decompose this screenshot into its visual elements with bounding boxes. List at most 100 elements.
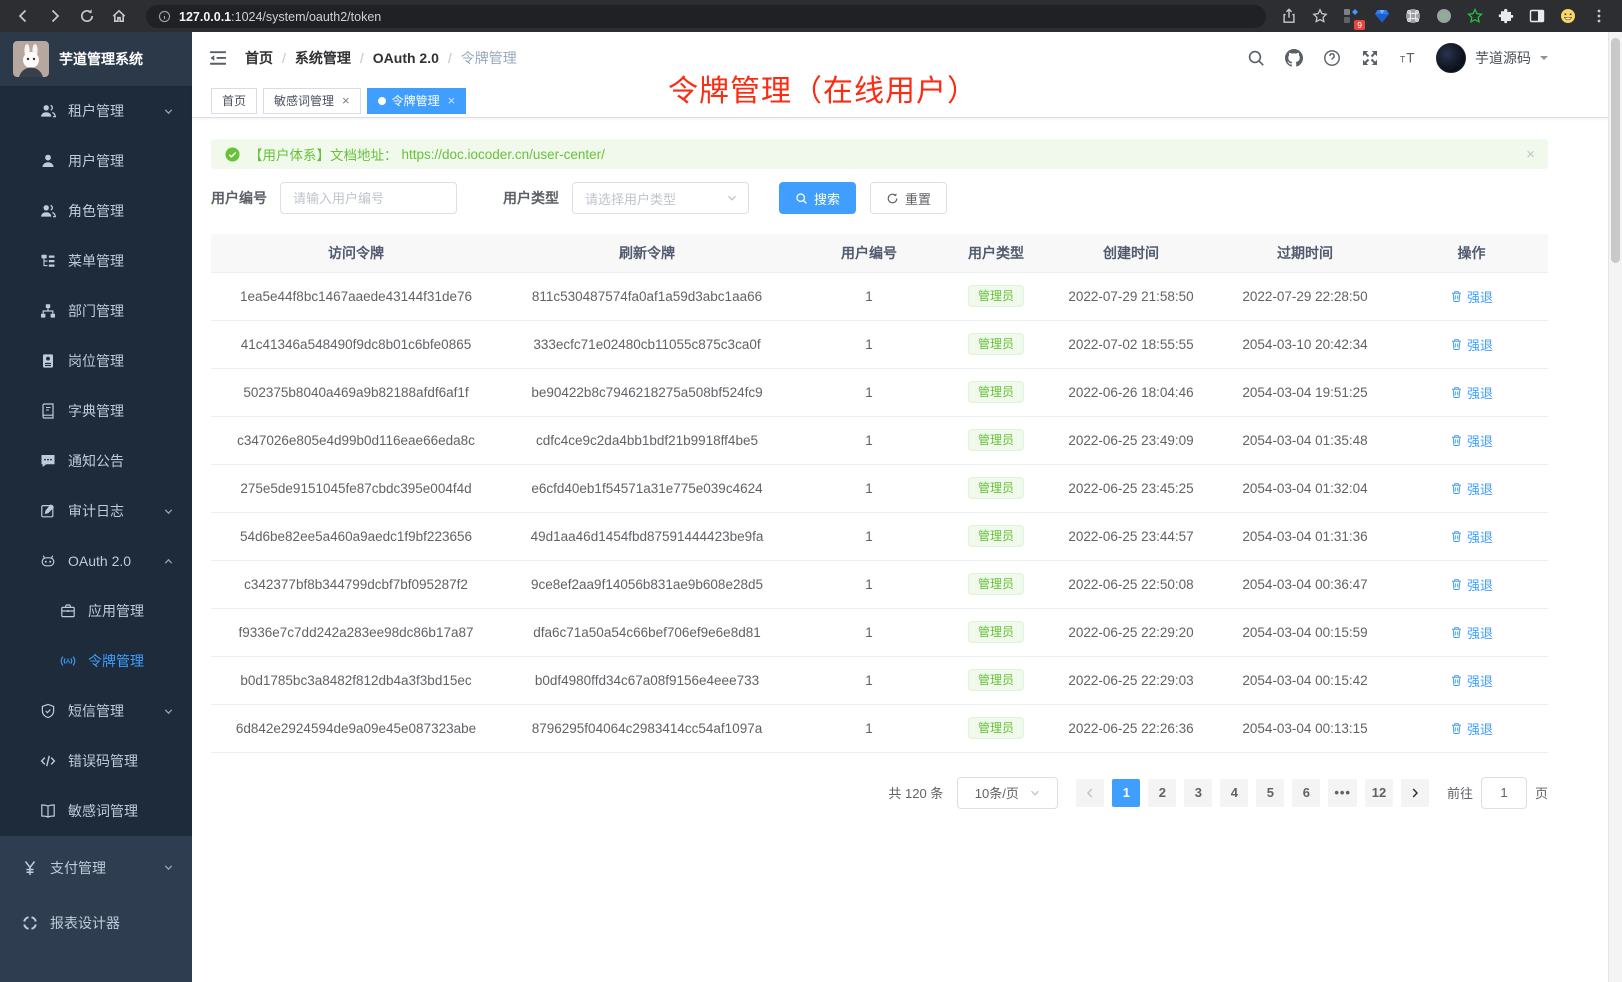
cell-create-time: 2022-06-26 18:04:46 [1047,368,1215,416]
page-size-select[interactable]: 10条/页 [957,777,1058,809]
sidebar-item-user-management[interactable]: 用户管理 [0,136,192,186]
user-menu[interactable]: 芋道源码 [1436,43,1548,73]
force-logout-button[interactable]: 强退 [1450,431,1493,450]
address-bar[interactable]: 127.0.0.1:1024/system/oauth2/token [146,5,1266,28]
sidebar-item-oauth2[interactable]: OAuth 2.0 [0,536,192,586]
chevron-down-icon [163,706,174,717]
forward-icon[interactable] [42,3,68,29]
user-id-input[interactable] [280,182,457,214]
share-icon[interactable] [1280,7,1298,25]
cell-expire-time: 2054-03-04 01:32:04 [1215,464,1395,512]
extensions-grid-icon[interactable]: 9 [1342,7,1360,25]
command-circle-icon[interactable] [1404,7,1422,25]
sidebar-item-post-management[interactable]: 岗位管理 [0,336,192,386]
cell-create-time: 2022-06-25 23:49:09 [1047,416,1215,464]
home-icon[interactable] [106,3,132,29]
puzzle-icon[interactable] [1497,7,1515,25]
gem-icon[interactable] [1373,7,1391,25]
bookmark-star-icon[interactable] [1311,7,1329,25]
sidebar-item-sensitive-word-management[interactable]: 敏感词管理 [0,786,192,836]
sidebar-item-label: 敏感词管理 [68,801,138,821]
tab-home[interactable]: 首页 [211,88,257,114]
pager-page-3-button[interactable]: 3 [1184,779,1212,807]
force-logout-button[interactable]: 强退 [1450,623,1493,642]
sidebar-item-error-code-management[interactable]: 错误码管理 [0,736,192,786]
back-icon[interactable] [10,3,36,29]
breadcrumb-item[interactable]: 系统管理 [295,48,351,68]
sidebar-item-token-management[interactable]: A令牌管理 [0,636,192,686]
sidebar-item-dept-management[interactable]: 部门管理 [0,286,192,336]
app-logo-bar[interactable]: 芋道管理系统 [0,32,192,86]
page-scrollbar[interactable] [1608,32,1622,982]
panel-icon[interactable] [1528,7,1546,25]
payment-yen-icon [22,860,38,876]
force-logout-button[interactable]: 强退 [1450,287,1493,306]
user-type-select[interactable]: 请选择用户类型 [572,182,749,214]
sidebar-item-dict-management[interactable]: 字典管理 [0,386,192,436]
breadcrumb-item[interactable]: 首页 [245,48,273,68]
trash-icon [1450,722,1463,735]
sidebar-item-audit-log[interactable]: 审计日志 [0,486,192,536]
cell-access-token: 41c41346a548490f9dc8b01c6bfe0865 [211,320,501,368]
sidebar-item-app-management[interactable]: 应用管理 [0,586,192,636]
collapse-sidebar-icon[interactable] [208,48,228,68]
force-logout-button[interactable]: 强退 [1450,383,1493,402]
prev-page-button[interactable] [1076,779,1104,807]
green-star-icon[interactable] [1466,7,1484,25]
pager-page-2-button[interactable]: 2 [1148,779,1176,807]
table-header-row: 访问令牌刷新令牌用户编号用户类型创建时间过期时间操作 [211,234,1548,272]
user-type-badge: 管理员 [968,429,1024,451]
user-type-badge: 管理员 [968,717,1024,739]
pager-more-button[interactable]: ••• [1328,779,1357,807]
cell-user-id: 1 [793,704,945,752]
github-icon[interactable] [1284,49,1303,68]
help-icon[interactable] [1322,49,1341,68]
pager-page-1-button[interactable]: 1 [1112,779,1140,807]
sidebar-item-notice-announcement[interactable]: 通知公告 [0,436,192,486]
sidebar-item-report-designer[interactable]: 报表设计器 [0,895,192,950]
goto-page-input[interactable] [1481,777,1527,809]
force-logout-button[interactable]: 强退 [1450,335,1493,354]
force-logout-button[interactable]: 强退 [1450,575,1493,594]
search-button[interactable]: 搜索 [779,182,856,214]
browser-toolbar: 127.0.0.1:1024/system/oauth2/token 9 [0,0,1622,32]
search-icon[interactable] [1246,49,1265,68]
reset-button[interactable]: 重置 [870,182,947,214]
pager-page-12-button[interactable]: 12 [1365,779,1393,807]
sidebar-item-sms-management[interactable]: 短信管理 [0,686,192,736]
force-logout-button[interactable]: 强退 [1450,719,1493,738]
pager-page-4-button[interactable]: 4 [1220,779,1248,807]
breadcrumb-item[interactable]: OAuth 2.0 [373,50,439,66]
sidebar-item-role-management[interactable]: 角色管理 [0,186,192,236]
force-logout-button[interactable]: 强退 [1450,671,1493,690]
sidebar-item-tenant-management[interactable]: 租户管理 [0,86,192,136]
close-icon[interactable]: × [342,93,350,108]
sidebar-item-payment-management[interactable]: 支付管理 [0,840,192,895]
pager-page-5-button[interactable]: 5 [1256,779,1284,807]
emoji-icon[interactable] [1559,7,1577,25]
tab-sensitive-word[interactable]: 敏感词管理 × [263,88,361,114]
alert-close-icon[interactable]: × [1526,147,1535,162]
next-page-button[interactable] [1401,779,1429,807]
font-size-icon[interactable]: TT [1398,49,1417,68]
close-icon[interactable]: × [448,93,456,108]
record-circle-icon[interactable] [1435,7,1453,25]
fullscreen-icon[interactable] [1360,49,1379,68]
force-logout-button[interactable]: 强退 [1450,479,1493,498]
column-header: 用户类型 [945,234,1047,272]
alert-doc-link[interactable]: https://doc.iocoder.cn/user-center/ [402,147,605,162]
scrollbar-thumb[interactable] [1611,38,1620,263]
tab-token[interactable]: 令牌管理× [367,88,467,114]
force-logout-button[interactable]: 强退 [1450,527,1493,546]
tab-label: 敏感词管理 [274,92,334,109]
alert-text: 【用户体系】文档地址： [249,144,398,164]
user-type-badge: 管理员 [968,333,1024,355]
reload-icon[interactable] [74,3,100,29]
sidebar-item-label: 应用管理 [88,601,144,621]
browser-menu-icon[interactable] [1590,7,1608,25]
site-info-icon[interactable] [158,10,171,23]
sidebar-item-menu-management[interactable]: 菜单管理 [0,236,192,286]
pager-page-6-button[interactable]: 6 [1292,779,1320,807]
org-chart-icon [40,303,56,319]
trash-icon [1450,338,1463,351]
